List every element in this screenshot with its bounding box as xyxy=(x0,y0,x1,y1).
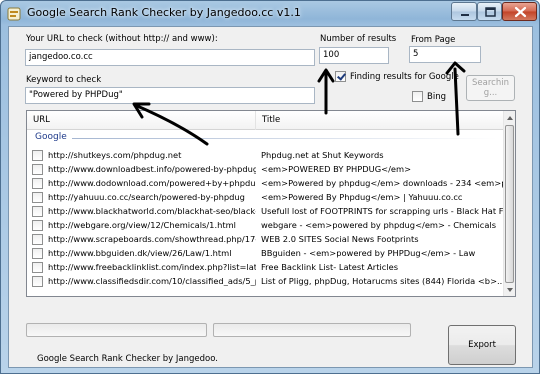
close-button[interactable] xyxy=(502,2,537,21)
results-count-input[interactable]: 100 xyxy=(319,47,389,64)
row-url: http://www.scrapeboards.com/showthread.p… xyxy=(48,234,256,244)
maximize-button[interactable] xyxy=(477,2,502,21)
table-row[interactable]: http://www.bbguiden.dk/view/26/Law/1.htm… xyxy=(27,247,505,261)
row-url: http://yahuuu.co.cc/search/powered-by-ph… xyxy=(48,192,245,202)
bing-checkbox-label: Bing xyxy=(427,92,446,102)
table-row[interactable]: http://www.downloadbest.info/powered-by-… xyxy=(27,163,505,177)
row-checkbox[interactable] xyxy=(32,150,43,161)
table-row[interactable]: http://www.freebacklinklist.com/index.ph… xyxy=(27,261,505,275)
column-header-url[interactable]: URL xyxy=(27,111,256,130)
search-button[interactable]: Searchin g... xyxy=(466,75,515,101)
row-title: BBguiden - <em>powered by PHPDug</em> - … xyxy=(261,248,476,258)
row-title: WEB 2.0 SITES Social News Footprints xyxy=(261,234,419,244)
google-checkbox[interactable] xyxy=(335,71,346,82)
row-checkbox[interactable] xyxy=(32,276,43,287)
row-title: Phpdug.net at Shut Keywords xyxy=(261,150,384,160)
row-url: http://webgare.org/view/12/Chemicals/1.h… xyxy=(48,220,236,230)
row-checkbox[interactable] xyxy=(32,262,43,273)
status-text: Google Search Rank Checker by Jangedoo. xyxy=(37,354,218,364)
from-page-label: From Page xyxy=(411,35,456,45)
maximize-icon xyxy=(485,7,496,17)
keyword-input[interactable]: "Powered by PHPDug" xyxy=(25,87,315,104)
google-checkbox-label: Finding results for Google xyxy=(350,72,459,82)
row-checkbox[interactable] xyxy=(32,234,43,245)
row-checkbox[interactable] xyxy=(32,220,43,231)
keyword-label: Keyword to check xyxy=(26,75,102,85)
search-button-label-line2: g... xyxy=(483,88,498,98)
results-listview[interactable]: URL Title Google http://shutkeys.com/php… xyxy=(26,110,516,297)
row-title: webgare - <em>powered by phpdug</em> - C… xyxy=(261,220,497,230)
row-checkbox[interactable] xyxy=(32,206,43,217)
title-bar[interactable]: Google Search Rank Checker by Jangedoo.c… xyxy=(1,1,539,26)
row-title: List of Pligg, phpDug, Hotarucms sites (… xyxy=(261,276,506,286)
listview-header: URL Title xyxy=(27,111,505,130)
progress-bar-right xyxy=(213,323,411,337)
row-title: <em>POWERED BY PHPDUG</em> xyxy=(261,164,412,174)
app-window: Google Search Rank Checker by Jangedoo.c… xyxy=(0,0,540,374)
row-title: <em>Powered by phpdug</em> downloads - 2… xyxy=(261,178,506,188)
table-row[interactable]: http://www.blackhatworld.com/blackhat-se… xyxy=(27,205,506,219)
export-button[interactable]: Export xyxy=(448,325,516,365)
progress-bar-left xyxy=(26,323,207,337)
row-checkbox[interactable] xyxy=(32,192,43,203)
table-row[interactable]: http://www.classifiedsdir.com/10/classif… xyxy=(27,275,506,289)
table-row[interactable]: http://www.dodownload.com/powered+by+php… xyxy=(27,177,506,191)
scroll-down-icon[interactable] xyxy=(504,284,516,296)
row-checkbox[interactable] xyxy=(32,178,43,189)
scroll-up-icon[interactable] xyxy=(504,112,516,124)
row-url: http://shutkeys.com/phpdug.net xyxy=(48,150,182,160)
table-row[interactable]: http://www.scrapeboards.com/showthread.p… xyxy=(27,233,505,247)
client-area: Your URL to check (without http:// and w… xyxy=(8,26,533,368)
row-title: <em>Powered By Phpdug</em> | Yahuuu.co.c… xyxy=(261,192,463,202)
export-button-label: Export xyxy=(468,340,496,350)
group-divider xyxy=(72,138,497,139)
row-title: Free Backlink List- Latest Articles xyxy=(261,262,399,272)
from-page-input[interactable]: 5 xyxy=(409,46,481,63)
close-icon xyxy=(514,6,527,18)
scroll-thumb[interactable] xyxy=(505,125,514,283)
window-title: Google Search Rank Checker by Jangedoo.c… xyxy=(27,6,301,19)
row-title: Usefull lost of FOOTPRINTS for scrapping… xyxy=(261,206,506,216)
column-header-title[interactable]: Title xyxy=(256,111,505,130)
table-row[interactable]: http://yahuuu.co.cc/search/powered-by-ph… xyxy=(27,191,505,205)
row-checkbox[interactable] xyxy=(32,248,43,259)
table-row[interactable]: http://shutkeys.com/phpdug.net Phpdug.ne… xyxy=(27,149,505,163)
row-url: http://www.blackhatworld.com/blackhat-se… xyxy=(48,206,256,216)
search-button-label-line1: Searchin xyxy=(472,78,509,88)
row-url: http://www.downloadbest.info/powered-by-… xyxy=(48,164,256,174)
bing-checkbox[interactable] xyxy=(412,91,423,102)
app-icon xyxy=(7,7,21,21)
group-header-google[interactable]: Google xyxy=(35,132,67,142)
minimize-button[interactable] xyxy=(451,2,477,21)
results-count-label: Number of results xyxy=(320,34,397,44)
vertical-scrollbar[interactable] xyxy=(503,111,515,296)
row-url: http://www.bbguiden.dk/view/26/Law/1.htm… xyxy=(48,248,232,258)
row-checkbox[interactable] xyxy=(32,164,43,175)
row-url: http://www.dodownload.com/powered+by+php… xyxy=(48,178,256,188)
minimize-icon xyxy=(461,14,469,16)
table-row[interactable]: http://webgare.org/view/12/Chemicals/1.h… xyxy=(27,219,505,233)
url-input[interactable]: jangedoo.co.cc xyxy=(25,49,315,66)
row-url: http://www.classifiedsdir.com/10/classif… xyxy=(48,276,256,286)
row-url: http://www.freebacklinklist.com/index.ph… xyxy=(48,262,256,272)
url-label: Your URL to check (without http:// and w… xyxy=(26,34,218,44)
